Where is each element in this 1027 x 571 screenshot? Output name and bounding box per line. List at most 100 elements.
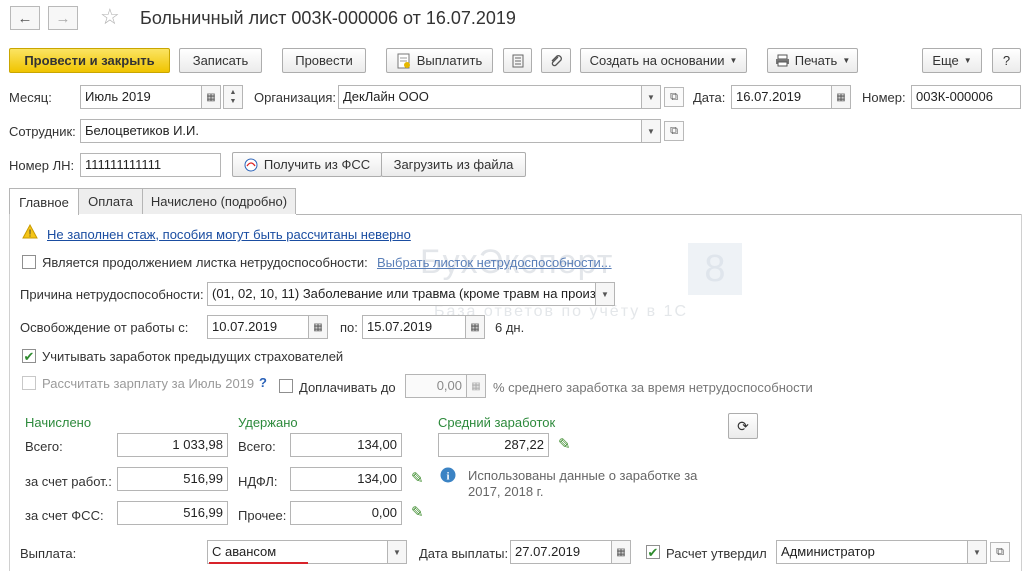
release-to-label: по: <box>340 320 358 335</box>
warning-link[interactable]: Не заполнен стаж, пособия могут быть рас… <box>47 227 411 242</box>
post-button[interactable]: Провести <box>282 48 366 73</box>
calendar-button[interactable]: ▦ <box>201 85 221 109</box>
help-button[interactable]: ? <box>992 48 1021 73</box>
open-approver-button[interactable]: ⧉ <box>990 542 1010 562</box>
number-field[interactable]: 003К-000006 <box>911 85 1021 109</box>
paperclip-icon <box>551 54 562 66</box>
window-title: Больничный лист 003К-000006 от 16.07.201… <box>140 8 516 28</box>
topup-checkbox[interactable] <box>279 379 293 393</box>
save-button[interactable]: Записать <box>179 48 262 73</box>
withheld-header: Удержано <box>238 415 298 430</box>
approved-by-field[interactable]: Администратор <box>776 540 968 564</box>
favorite-star-icon[interactable]: ☆ <box>100 4 120 30</box>
approved-checkbox[interactable]: ✔ <box>646 545 660 559</box>
create-based-button[interactable]: Создать на основании ▼ <box>580 48 747 73</box>
get-from-fss-button[interactable]: Получить из ФСС <box>232 152 382 177</box>
get-from-fss-label: Получить из ФСС <box>263 157 371 172</box>
cause-dropdown[interactable]: ▼ <box>595 282 615 306</box>
release-label: Освобождение от работы с: <box>20 320 189 335</box>
employee-dropdown[interactable]: ▼ <box>641 119 661 143</box>
withheld-total-label: Всего: <box>238 439 276 454</box>
payment-dropdown[interactable]: ▼ <box>387 540 407 564</box>
help-question-icon[interactable]: ? <box>259 375 267 390</box>
calculator-button[interactable]: ▦ <box>466 374 486 398</box>
payment-field[interactable]: С авансом <box>207 540 388 564</box>
approved-label: Расчет утвердил <box>666 546 767 561</box>
calendar-icon: ▦ <box>616 546 626 558</box>
panel-border-right <box>1021 214 1022 571</box>
accrued-employer-field: 516,99 <box>117 467 228 491</box>
tab-main[interactable]: Главное <box>9 188 79 215</box>
arrow-left-icon: ← <box>17 9 33 27</box>
release-to-calendar[interactable]: ▦ <box>465 315 485 339</box>
payment-underline <box>209 562 308 564</box>
edit-average-pencil-icon[interactable]: ✎ <box>558 435 571 453</box>
open-window-icon: ⧉ <box>670 124 678 137</box>
prev-insurers-checkbox[interactable]: ✔ <box>22 349 36 363</box>
calendar-icon: ▦ <box>836 91 846 103</box>
chevron-down-icon: ▼ <box>647 92 655 102</box>
tab-payment[interactable]: Оплата <box>78 188 143 214</box>
continuation-checkbox[interactable] <box>22 255 36 269</box>
calc-salary-checkbox[interactable] <box>22 376 36 390</box>
ln-number-field[interactable]: 111111111111 <box>80 153 221 177</box>
more-button[interactable]: Еще ▼ <box>922 48 982 73</box>
chevron-down-icon: ▼ <box>393 547 401 557</box>
organization-dropdown[interactable]: ▼ <box>641 85 661 109</box>
check-icon: ✔ <box>23 348 35 364</box>
tab-accrued-details[interactable]: Начислено (подробно) <box>142 188 296 214</box>
number-label: Номер: <box>862 90 906 105</box>
document-pay-icon <box>397 53 410 68</box>
approved-by-dropdown[interactable]: ▼ <box>967 540 987 564</box>
back-button[interactable]: ← <box>10 6 40 30</box>
calculator-icon: ▦ <box>471 380 481 392</box>
edit-other-pencil-icon[interactable]: ✎ <box>411 503 424 521</box>
release-from-calendar[interactable]: ▦ <box>308 315 328 339</box>
payment-date-calendar[interactable]: ▦ <box>611 540 631 564</box>
chevron-down-icon: ▼ <box>601 289 609 299</box>
employee-label: Сотрудник: <box>9 124 76 139</box>
date-calendar-button[interactable]: ▦ <box>831 85 851 109</box>
withheld-total-field: 134,00 <box>290 433 402 457</box>
pay-button[interactable]: Выплатить <box>386 48 493 73</box>
load-from-file-button[interactable]: Загрузить из файла <box>381 152 526 177</box>
accrued-header: Начислено <box>25 415 92 430</box>
forward-button[interactable]: → <box>48 6 78 30</box>
fss-logo-icon <box>244 158 258 171</box>
month-stepper[interactable]: ▲ ▼ <box>223 85 243 109</box>
release-from-field[interactable]: 10.07.2019 <box>207 315 309 339</box>
average-info-line1: Использованы данные о заработке за <box>468 468 698 483</box>
other-label: Прочее: <box>238 508 287 523</box>
month-field[interactable]: Июль 2019 <box>80 85 202 109</box>
month-label: Месяц: <box>9 90 52 105</box>
report-button[interactable] <box>503 48 532 73</box>
open-organization-button[interactable]: ⧉ <box>664 87 684 107</box>
chevron-down-icon: ▼ <box>229 98 237 105</box>
date-field[interactable]: 16.07.2019 <box>731 85 832 109</box>
print-button[interactable]: Печать ▼ <box>767 48 858 73</box>
edit-ndfl-pencil-icon[interactable]: ✎ <box>411 469 424 487</box>
topup-field[interactable]: 0,00 <box>405 374 467 398</box>
info-icon: i <box>440 467 456 483</box>
create-based-label: Создать на основании <box>589 53 725 68</box>
post-and-close-button[interactable]: Провести и закрыть <box>9 48 170 73</box>
recalculate-button[interactable]: ⟳ <box>728 413 758 439</box>
organization-field[interactable]: ДекЛайн ООО <box>338 85 642 109</box>
release-to-field[interactable]: 15.07.2019 <box>362 315 466 339</box>
date-label: Дата: <box>693 90 726 105</box>
pay-button-label: Выплатить <box>416 53 483 68</box>
open-window-icon: ⧉ <box>670 90 678 103</box>
payment-date-label: Дата выплаты: <box>419 546 509 561</box>
tab-divider <box>296 214 1022 215</box>
average-earnings-header: Средний заработок <box>438 415 556 430</box>
cause-field[interactable]: (01, 02, 10, 11) Заболевание или травма … <box>207 282 596 306</box>
open-employee-button[interactable]: ⧉ <box>664 121 684 141</box>
accrued-employer-label: за счет работ.: <box>25 474 112 489</box>
attach-button[interactable] <box>541 48 571 73</box>
panel-border-left <box>9 214 10 571</box>
payment-date-field[interactable]: 27.07.2019 <box>510 540 612 564</box>
select-sick-leave-link[interactable]: Выбрать листок нетрудоспособности... <box>377 255 612 270</box>
topup-label: Доплачивать до <box>299 380 396 395</box>
employee-field[interactable]: Белоцветиков И.И. <box>80 119 642 143</box>
accrued-total-label: Всего: <box>25 439 63 454</box>
